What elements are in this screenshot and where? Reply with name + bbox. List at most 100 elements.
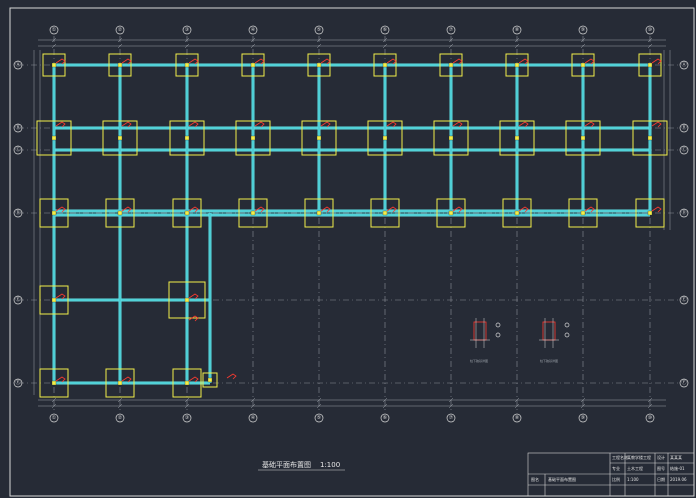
column [647,62,653,68]
tb-label-project: 工程名称 [612,454,628,460]
footing-tag [518,121,529,128]
column [514,210,520,216]
drawing-title: 基础平面布置图 [262,460,311,469]
tb-value-sheet: 结施-01 [670,465,685,471]
column [51,380,57,386]
foundation-beams [52,63,652,385]
column [51,210,57,216]
column [184,210,190,216]
tb-label-drawing-name: 图名 [531,476,539,482]
axis-label: Ⓔ [681,296,686,303]
column [382,135,388,141]
footing-tag [452,121,463,128]
tb-label-sheet: 图号 [657,465,665,471]
column [184,297,190,303]
footing-tag [254,121,265,128]
column [514,135,520,141]
axis-label: ④ [251,27,256,33]
axis-label: ⑧ [515,27,520,33]
column [647,210,653,216]
footing-tag [55,376,66,383]
footing-detail-1: 柱下独基详图 [470,318,501,363]
column [207,377,213,383]
grid-axes: ① ① ② ② ③ ③ ④ ④ ⑤ ⑤ ⑥ ⑥ ⑦ ⑦ ⑧ ⑧ ⑨ ⑨ ⑩ ⑩ Ⓐ Ⓐ Ⓑ Ⓑ Ⓒ Ⓒ Ⓓ Ⓓ Ⓔ Ⓔ Ⓕ Ⓕ [13,25,689,423]
axis-label: Ⓓ [681,209,686,216]
column [382,210,388,216]
column [647,135,653,141]
footing-tag [584,58,595,65]
tb-label-scale: 比例 [612,476,620,482]
column [316,62,322,68]
axis-label: ① [52,27,57,33]
axis-label: Ⓓ [15,209,20,216]
column [117,210,123,216]
column [580,210,586,216]
column [117,135,123,141]
axis-label: Ⓔ [15,296,20,303]
axis-label: ② [118,27,123,33]
tb-value-designer: 某某某 [670,454,682,460]
axis-label: ⑥ [383,415,388,421]
axis-label: ⑥ [383,27,388,33]
footing-tag [651,121,662,128]
tb-label-designer: 设计 [657,454,665,460]
axis-label: ⑦ [449,27,454,33]
tb-label-discipline: 专业 [612,465,620,471]
footing-tag [518,58,529,65]
footing-tag [584,121,595,128]
footing-tag [55,58,66,65]
footing-tag [320,58,331,65]
axis-label: Ⓕ [681,379,686,386]
tb-value-discipline: 土木工程 [627,465,643,471]
footing-tag [188,121,199,128]
column [117,62,123,68]
axis-label: Ⓐ [15,61,20,68]
footing-tag [188,58,199,65]
axis-label: Ⓑ [15,124,20,131]
footing-tag [121,121,132,128]
footing-detail-2: 柱下独基详图 [539,318,570,363]
footings [36,53,668,398]
footing-tag [386,58,397,65]
column [184,62,190,68]
footing-tag [121,58,132,65]
column [51,135,57,141]
column [448,62,454,68]
tb-value-date: 2019.06 [670,477,687,482]
axis-label: ⑤ [317,27,321,33]
footing-tag [121,376,132,383]
column [250,210,256,216]
title-block: 工程名称 某教学楼工程 设计 某某某 图号 结施-01 专业 土木工程 比例 1… [527,452,695,497]
axis-label: Ⓐ [681,61,686,68]
footing-tags [55,58,662,383]
column [117,380,123,386]
axis-label: ⑤ [317,415,321,421]
column [184,135,190,141]
tb-label-date: 日期 [657,476,665,482]
column [514,62,520,68]
dimension-lines [33,37,671,409]
column [316,135,322,141]
axis-label: Ⓕ [15,379,20,386]
column [580,135,586,141]
tb-value-project: 某教学楼工程 [627,454,651,460]
axis-label: ① [52,415,57,421]
detail-label-2: 柱下独基详图 [540,358,558,363]
axis-label: ⑩ [648,415,653,421]
column [51,297,57,303]
footing-tag [386,121,397,128]
footing-tag [651,58,662,65]
column [184,380,190,386]
column [316,210,322,216]
column [448,210,454,216]
axis-label: ④ [251,415,256,421]
tb-value-scale: 1:100 [627,477,639,482]
footing-tag [651,206,662,213]
tb-value-drawing-name: 基础平面布置图 [548,476,576,482]
column [580,62,586,68]
axis-label: Ⓒ [681,146,686,153]
axis-label: ⑦ [449,415,454,421]
axis-label: ⑩ [648,27,653,33]
column [250,62,256,68]
column [250,135,256,141]
